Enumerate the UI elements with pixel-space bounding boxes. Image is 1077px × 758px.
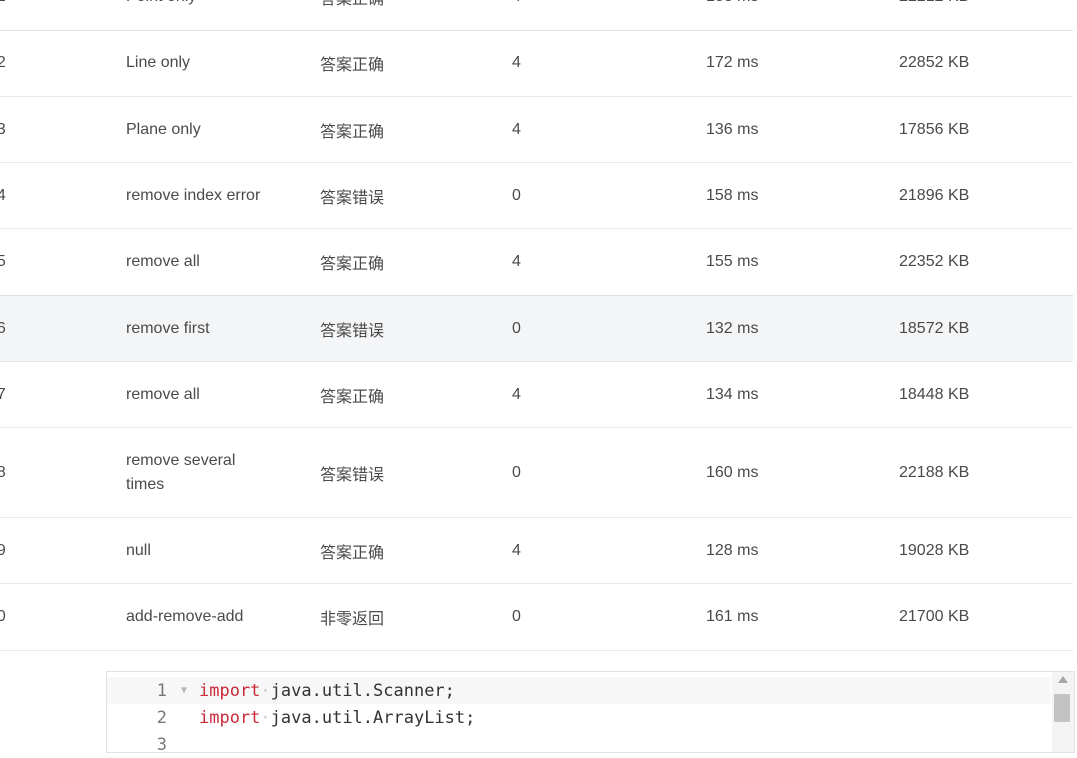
- case-name: remove all: [126, 253, 200, 270]
- case-id: 10: [0, 608, 6, 625]
- scroll-up-icon[interactable]: [1058, 676, 1068, 683]
- case-time: 158 ms: [706, 186, 759, 204]
- case-id: 06: [0, 319, 6, 337]
- case-time: 132 ms: [706, 319, 759, 337]
- case-name: remove first: [126, 319, 210, 337]
- case-time: 136 ms: [706, 120, 759, 138]
- case-time: 128 ms: [706, 541, 759, 559]
- case-result: 答案正确: [320, 544, 385, 562]
- table-row: 01 Point only 答案正确 4 183 ms 22212 KB: [0, 0, 1073, 31]
- table-row: 02 Line only 答案正确 4 172 ms 22852 KB: [0, 30, 1073, 97]
- case-name: remove all: [126, 385, 200, 403]
- case-id: 05: [0, 253, 6, 270]
- code-keyword: import: [199, 680, 261, 701]
- case-name: Plane only: [126, 120, 201, 138]
- table-row: 04 remove index error 答案错误 0 158 ms 2189…: [0, 163, 1073, 229]
- case-score: 4: [512, 0, 572, 30]
- table-row: 07 remove all 答案正确 4 134 ms 18448 KB: [0, 362, 1073, 428]
- case-time: 161 ms: [706, 608, 759, 625]
- case-result: 答案正确: [320, 0, 440, 30]
- case-time: 160 ms: [706, 463, 759, 481]
- case-score: 4: [512, 253, 521, 270]
- vertical-scrollbar[interactable]: [1052, 672, 1074, 752]
- case-id: 07: [0, 385, 6, 403]
- case-memory: 22212 KB: [899, 0, 1039, 30]
- code-keyword: import: [199, 707, 261, 728]
- case-score: 4: [512, 120, 521, 138]
- case-memory: 21896 KB: [899, 186, 970, 204]
- table-row: 03 Plane only 答案正确 4 136 ms 17856 KB: [0, 97, 1073, 163]
- case-name: Line only: [126, 54, 191, 71]
- fold-arrow-icon[interactable]: ▼: [181, 685, 187, 696]
- case-score: 4: [512, 541, 521, 559]
- case-score: 4: [512, 54, 521, 71]
- case-memory: 18572 KB: [899, 319, 970, 337]
- case-id: 02: [0, 54, 6, 71]
- case-result: 答案正确: [320, 123, 385, 141]
- code-text: import·java.util.Scanner;: [199, 680, 455, 701]
- case-time: 134 ms: [706, 385, 759, 403]
- case-name: remove several times: [126, 451, 236, 493]
- case-score: 0: [512, 463, 521, 481]
- case-score: 0: [512, 608, 521, 625]
- case-result: 答案正确: [320, 57, 385, 74]
- case-memory: 21700 KB: [899, 608, 970, 625]
- table-row: 09 null 答案正确 4 128 ms 19028 KB: [0, 518, 1073, 584]
- case-name: remove index error: [126, 186, 261, 204]
- case-result: 答案正确: [320, 388, 385, 406]
- case-id: 01: [0, 0, 28, 30]
- case-score: 0: [512, 319, 521, 337]
- case-name: Point only: [126, 0, 276, 30]
- case-id: 08: [0, 463, 6, 481]
- case-memory: 22852 KB: [899, 54, 970, 71]
- case-result: 答案错误: [320, 189, 385, 207]
- case-time: 155 ms: [706, 253, 759, 270]
- case-memory: 18448 KB: [899, 385, 970, 403]
- code-rest: java.util.Scanner;: [270, 680, 455, 701]
- case-result: 答案错误: [320, 322, 385, 340]
- case-name: null: [126, 541, 151, 559]
- case-time: 172 ms: [706, 54, 759, 71]
- table-row: 05 remove all 答案正确 4 155 ms 22352 KB: [0, 229, 1073, 296]
- case-id: 04: [0, 186, 6, 204]
- case-result: 答案错误: [320, 466, 385, 484]
- case-result: 答案正确: [320, 256, 385, 273]
- line-number: 2: [156, 707, 167, 728]
- case-memory: 22352 KB: [899, 253, 970, 270]
- table-row: 06 remove first 答案错误 0 132 ms 18572 KB: [0, 296, 1073, 362]
- case-score: 0: [512, 186, 521, 204]
- case-memory: 22188 KB: [899, 463, 970, 481]
- code-rest: java.util.ArrayList;: [270, 707, 476, 728]
- table-row: 08 remove several times 答案错误 0 160 ms 22…: [0, 428, 1073, 518]
- case-result: 非零返回: [320, 611, 385, 628]
- code-line[interactable]: 1 ▼ import·java.util.Scanner;: [107, 677, 1051, 704]
- code-editor[interactable]: 1 ▼ import·java.util.Scanner; 2 import·j…: [106, 671, 1075, 755]
- code-line[interactable]: 3: [107, 731, 1051, 758]
- line-number: 1: [156, 680, 167, 701]
- case-id: 09: [0, 541, 6, 559]
- case-score: 4: [512, 385, 521, 403]
- case-memory: 17856 KB: [899, 120, 970, 138]
- case-memory: 19028 KB: [899, 541, 970, 559]
- code-text: import·java.util.ArrayList;: [199, 707, 476, 728]
- case-name: add-remove-add: [126, 608, 244, 625]
- table-row: 10 add-remove-add 非零返回 0 161 ms 21700 KB: [0, 584, 1073, 651]
- code-line[interactable]: 2 import·java.util.ArrayList;: [107, 704, 1051, 731]
- scroll-thumb[interactable]: [1054, 694, 1070, 722]
- case-time: 183 ms: [706, 0, 826, 30]
- case-id: 03: [0, 120, 6, 138]
- line-number: 3: [156, 734, 167, 755]
